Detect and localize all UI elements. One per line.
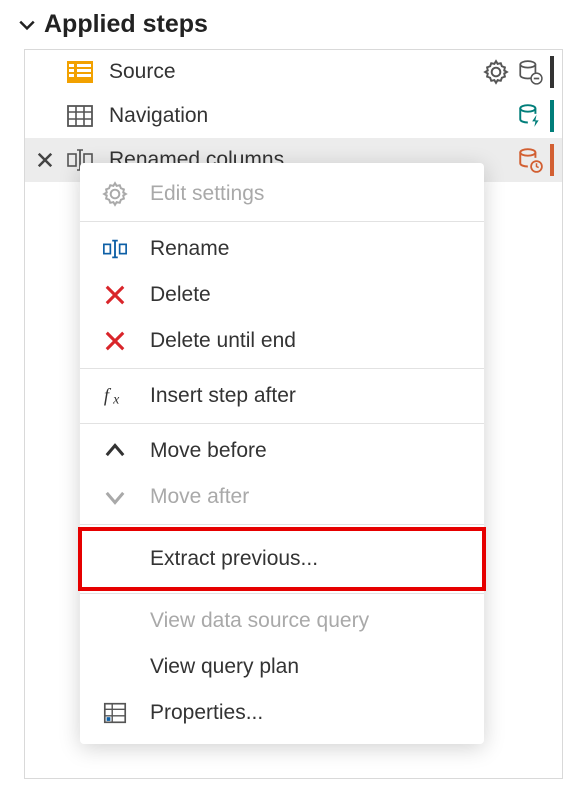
source-icon (65, 57, 95, 87)
menu-label: Extract previous... (150, 547, 318, 571)
accent-bar (550, 100, 554, 132)
menu-move-after: Move after (80, 474, 484, 520)
menu-label: Delete until end (150, 329, 296, 353)
menu-separator (80, 423, 484, 424)
menu-separator (80, 524, 484, 525)
menu-label: Delete (150, 283, 211, 307)
blank-icon (100, 606, 130, 636)
svg-text:x: x (112, 392, 120, 407)
step-context-menu: Edit settings Rename Delete (80, 163, 484, 744)
gear-icon (100, 179, 130, 209)
menu-label: Rename (150, 237, 229, 261)
menu-separator (80, 221, 484, 222)
database-minus-icon[interactable] (516, 58, 544, 86)
menu-label: Insert step after (150, 384, 296, 408)
blank-icon (100, 544, 130, 574)
rename-icon (100, 234, 130, 264)
chevron-down-icon (18, 16, 36, 34)
step-row-source[interactable]: Source (25, 50, 562, 94)
delete-x-icon (100, 280, 130, 310)
menu-label: Properties... (150, 701, 263, 725)
svg-text:f: f (104, 386, 112, 407)
menu-view-data-source-query: View data source query (80, 598, 484, 644)
step-label: Navigation (109, 104, 502, 128)
menu-edit-settings: Edit settings (80, 171, 484, 217)
database-lightning-icon[interactable] (516, 102, 544, 130)
menu-view-query-plan[interactable]: View query plan (80, 644, 484, 690)
menu-rename[interactable]: Rename (80, 226, 484, 272)
accent-bar (550, 144, 554, 176)
menu-extract-previous[interactable]: Extract previous... (80, 529, 484, 589)
properties-icon (100, 698, 130, 728)
menu-properties[interactable]: Properties... (80, 690, 484, 736)
menu-insert-step-after[interactable]: f x Insert step after (80, 373, 484, 419)
delete-x-icon (100, 326, 130, 356)
delete-step-icon[interactable] (31, 146, 59, 174)
menu-delete[interactable]: Delete (80, 272, 484, 318)
menu-label: View data source query (150, 609, 369, 633)
fx-icon: f x (100, 381, 130, 411)
menu-label: View query plan (150, 655, 299, 679)
menu-separator (80, 368, 484, 369)
table-icon (65, 101, 95, 131)
menu-move-before[interactable]: Move before (80, 428, 484, 474)
menu-delete-until-end[interactable]: Delete until end (80, 318, 484, 364)
chevron-down-icon (100, 482, 130, 512)
menu-label: Move before (150, 439, 267, 463)
menu-separator (80, 593, 484, 594)
step-row-navigation[interactable]: Navigation (25, 94, 562, 138)
section-title: Applied steps (44, 10, 208, 39)
applied-steps-header[interactable]: Applied steps (18, 10, 563, 39)
blank-icon (100, 652, 130, 682)
menu-label: Move after (150, 485, 249, 509)
accent-bar (550, 56, 554, 88)
applied-steps-panel: Source (24, 49, 563, 779)
gear-icon[interactable] (482, 58, 510, 86)
step-label: Source (109, 60, 468, 84)
chevron-up-icon (100, 436, 130, 466)
menu-label: Edit settings (150, 182, 264, 206)
database-clock-icon[interactable] (516, 146, 544, 174)
